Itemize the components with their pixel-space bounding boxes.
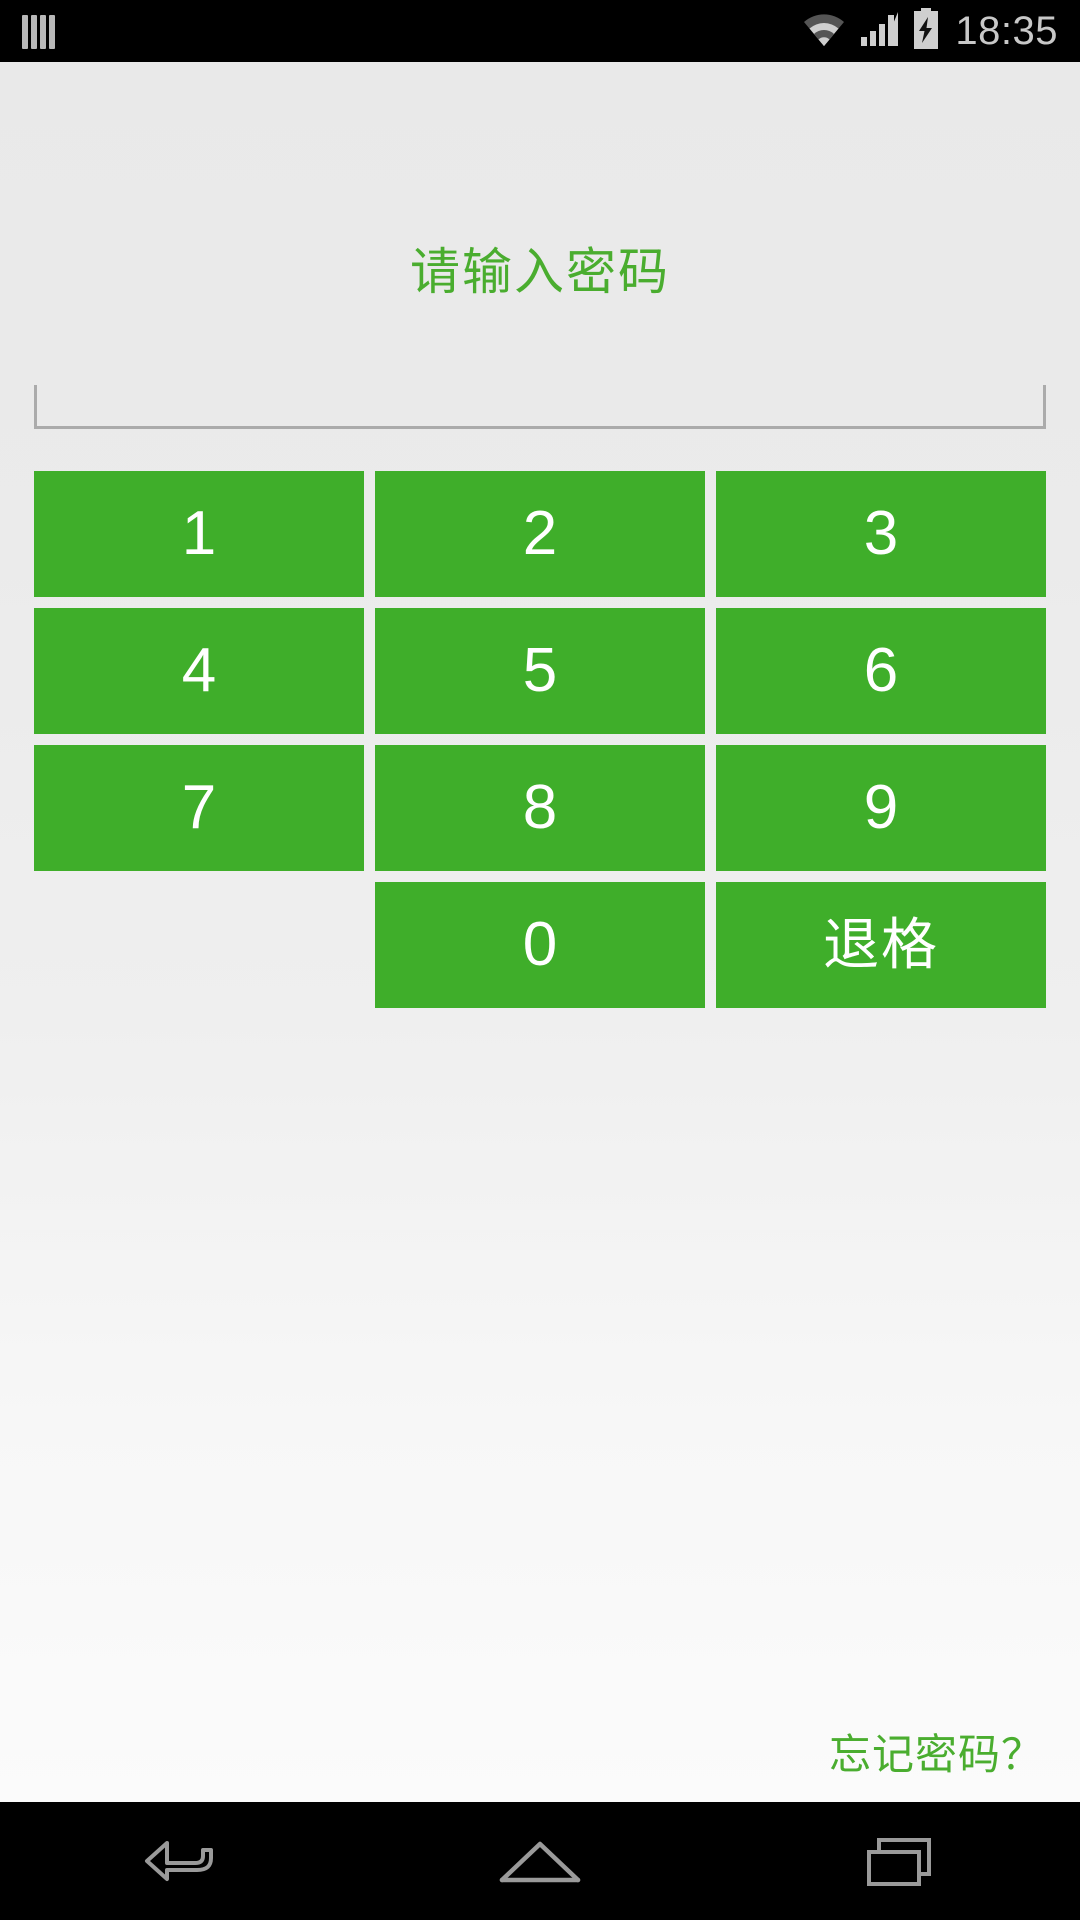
key-0[interactable]: 0 (375, 882, 705, 1008)
status-bar-right: 18:35 (801, 7, 1058, 55)
key-5[interactable]: 5 (375, 608, 705, 734)
recents-icon (859, 1830, 941, 1892)
status-bar-clock: 18:35 (955, 9, 1058, 53)
key-8[interactable]: 8 (375, 745, 705, 871)
key-4[interactable]: 4 (34, 608, 364, 734)
wifi-icon (801, 10, 847, 53)
back-icon (137, 1830, 223, 1892)
password-field-wrapper (34, 385, 1046, 429)
password-input[interactable] (34, 385, 1046, 429)
nav-home-button[interactable] (465, 1802, 615, 1920)
key-2[interactable]: 2 (375, 471, 705, 597)
forgot-password-link[interactable]: 忘记密码？ (829, 1734, 1044, 1776)
nav-back-button[interactable] (105, 1802, 255, 1920)
battery-charging-icon (911, 7, 941, 55)
content-area: 请输入密码 1 2 3 4 5 6 7 8 9 0 退格 忘记密码？ (0, 62, 1080, 1802)
phone-screen: 18:35 请输入密码 1 2 3 4 5 6 7 8 9 0 退格 忘记密码？ (0, 0, 1080, 1920)
key-1[interactable]: 1 (34, 471, 364, 597)
numeric-keypad: 1 2 3 4 5 6 7 8 9 0 退格 (34, 471, 1046, 1008)
status-bar-left (22, 13, 55, 49)
bars-notification-icon (22, 13, 55, 49)
status-bar: 18:35 (0, 0, 1080, 62)
home-icon (494, 1830, 586, 1892)
nav-recents-button[interactable] (825, 1802, 975, 1920)
key-backspace[interactable]: 退格 (716, 882, 1046, 1008)
key-blank (34, 882, 364, 1008)
key-9[interactable]: 9 (716, 745, 1046, 871)
key-7[interactable]: 7 (34, 745, 364, 871)
key-6[interactable]: 6 (716, 608, 1046, 734)
page-title: 请输入密码 (410, 244, 670, 300)
cellular-signal-icon (857, 10, 901, 53)
navigation-bar (0, 1802, 1080, 1920)
forgot-password-row: 忘记密码？ (0, 1734, 1080, 1802)
key-3[interactable]: 3 (716, 471, 1046, 597)
